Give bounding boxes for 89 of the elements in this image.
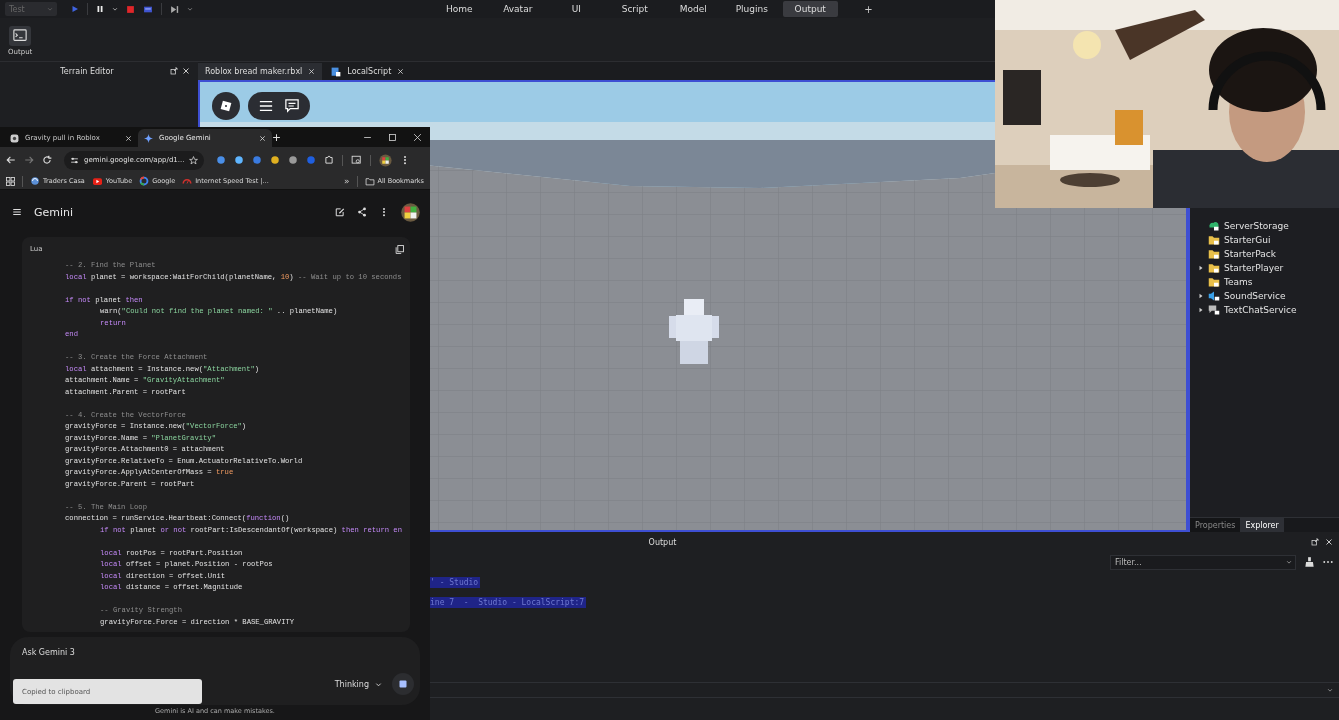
panel-title: Output: [647, 537, 678, 547]
avatar-icon[interactable]: [401, 202, 420, 222]
stop-icon: [399, 680, 407, 688]
reload-icon[interactable]: [42, 155, 52, 165]
pause-icon[interactable]: [96, 5, 104, 13]
prompt-field[interactable]: Ask Gemini 3: [22, 646, 222, 658]
ribbon-tab[interactable]: Script: [605, 1, 664, 17]
folder-icon: [1208, 248, 1220, 260]
console-icon: [12, 29, 29, 43]
swirl-icon: [30, 176, 40, 186]
expand-arrow-icon[interactable]: [1198, 307, 1204, 313]
maximize-icon[interactable]: [388, 132, 397, 142]
menu-icon[interactable]: [258, 99, 274, 113]
tree-item[interactable]: ServerStorage: [1224, 221, 1289, 231]
puzzle-icon[interactable]: [324, 155, 335, 165]
popout-icon[interactable]: [1311, 538, 1319, 546]
tree-item[interactable]: StarterPlayer: [1224, 263, 1284, 273]
more-bookmarks-button[interactable]: »: [344, 176, 350, 186]
apps-icon[interactable]: [6, 176, 15, 186]
extension-icon[interactable]: [288, 155, 299, 165]
tree-item[interactable]: SoundService: [1224, 291, 1286, 301]
close-icon[interactable]: [413, 132, 422, 142]
expand-arrow-icon[interactable]: [1198, 293, 1204, 299]
app-title: Gemini: [34, 205, 75, 219]
tune-icon: [70, 155, 79, 165]
ribbon-tab[interactable]: Avatar: [488, 1, 547, 17]
extension-icon[interactable]: [270, 155, 281, 165]
tab-search-icon[interactable]: [351, 155, 363, 165]
close-icon[interactable]: [259, 134, 266, 142]
extension-icon[interactable]: [216, 155, 227, 165]
new-tab-icon[interactable]: [272, 132, 281, 142]
close-icon[interactable]: [308, 68, 316, 75]
document-tab[interactable]: LocalScript: [324, 63, 412, 80]
avatar-icon[interactable]: [379, 153, 393, 167]
ribbon-tab[interactable]: Home: [430, 1, 489, 17]
sparkle-icon: [144, 133, 153, 143]
caret-icon[interactable]: [1327, 687, 1333, 693]
ring-icon: [139, 176, 150, 186]
close-icon[interactable]: [125, 134, 132, 142]
ribbon-tab[interactable]: Plugins: [722, 1, 781, 17]
tree-item[interactable]: TextChatService: [1224, 305, 1297, 315]
close-icon[interactable]: [397, 68, 405, 75]
filter-field[interactable]: Filter...: [1110, 554, 1296, 570]
star-icon[interactable]: [189, 155, 199, 165]
folder-icon: [1208, 262, 1220, 274]
panel-title: Terrain Editor: [59, 66, 115, 76]
storage-icon: [1208, 220, 1220, 232]
tree-item[interactable]: StarterGui: [1224, 235, 1271, 245]
menu-icon[interactable]: [12, 207, 22, 217]
ribbon-tab[interactable]: Output: [782, 1, 838, 17]
edit-icon[interactable]: [335, 207, 345, 217]
play-icon[interactable]: [71, 5, 79, 13]
more-icon[interactable]: [1323, 560, 1333, 564]
close-icon[interactable]: [1325, 538, 1333, 546]
gauge-icon: [182, 176, 193, 186]
extension-icon[interactable]: [252, 155, 263, 165]
step-icon[interactable]: [170, 4, 179, 14]
panel-tab[interactable]: Explorer: [1240, 518, 1284, 532]
stop-button[interactable]: [392, 673, 414, 695]
script-icon: [331, 66, 342, 77]
folder-icon: [1208, 234, 1220, 246]
folder-icon: [1208, 276, 1220, 288]
ribbon-tab[interactable]: Model: [664, 1, 723, 17]
forward-icon[interactable]: [24, 155, 34, 165]
close-icon[interactable]: [182, 67, 190, 75]
caret-icon[interactable]: [187, 6, 193, 12]
play-icon: [91, 176, 103, 186]
chat-icon[interactable]: [284, 99, 300, 113]
stop-icon[interactable]: [126, 4, 135, 14]
chat-icon: [1208, 304, 1220, 316]
app-icon: [10, 133, 19, 143]
caret-icon[interactable]: [375, 680, 382, 688]
mode-dropdown[interactable]: Thinking: [334, 679, 382, 689]
expand-arrow-icon[interactable]: [1198, 265, 1204, 271]
add-tab-button[interactable]: +: [839, 1, 898, 17]
panel-tab[interactable]: Properties: [1190, 518, 1241, 532]
screens-icon[interactable]: [143, 4, 153, 14]
ribbon-tab[interactable]: UI: [547, 1, 606, 17]
tree-item[interactable]: Teams: [1224, 277, 1253, 287]
extension-icon[interactable]: [234, 155, 245, 165]
popout-icon[interactable]: [170, 67, 178, 75]
folder-icon: [364, 176, 375, 186]
broom-icon[interactable]: [1304, 556, 1315, 568]
share-icon[interactable]: [357, 207, 367, 217]
tree-item[interactable]: StarterPack: [1224, 249, 1276, 259]
document-tab[interactable]: Roblox bread maker.rbxl: [198, 63, 323, 80]
copy-icon[interactable]: [395, 244, 404, 254]
speaker-icon: [1208, 290, 1220, 302]
back-icon[interactable]: [6, 155, 16, 165]
